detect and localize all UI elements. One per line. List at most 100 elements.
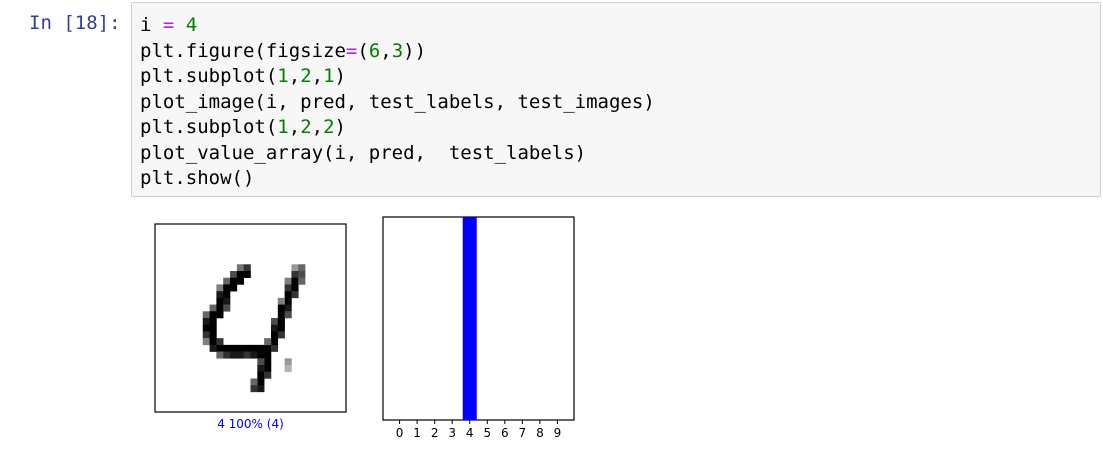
digit-pixel [284,358,292,366]
bar-series [462,217,477,420]
digit-pixel [223,284,231,292]
code-line: plot_image(i, pred, test_labels, test_im… [140,90,655,116]
digit-pixel [230,351,238,359]
digit-pixel [202,324,210,332]
digit-pixel [216,297,224,305]
code-token: plt.subplot( [140,116,278,138]
x-tick-label: 6 [501,426,509,440]
x-ticks: 0123456789 [396,420,561,440]
digit-pixel [216,291,224,299]
digit-pixel [277,318,285,326]
digit-pixel [270,344,279,352]
x-tick-label: 8 [536,426,544,440]
code-token: plot_image(i, pred, test_labels, test_im… [140,90,655,113]
digit-pixel [202,331,210,339]
digit-pixel [223,277,231,285]
digit-pixel [209,318,217,326]
digit-pixel [284,311,292,319]
digit-pixel [264,338,272,346]
digit-pixel [277,324,285,332]
code-token: plt.figure(figsize [140,39,346,62]
digit-pixel [257,351,265,359]
digit-pixel [202,338,210,346]
digit-pixel [216,338,224,346]
digit-pixel [257,344,265,352]
code-token: ) [334,116,346,138]
digit-pixel [223,291,231,299]
digit-pixel [209,338,217,346]
code-token: 1 [277,116,289,138]
code-token: 1 [323,65,335,87]
code-token: plot_value_array(i, pred, test_labels) [140,141,587,164]
digit-pixel [216,284,224,292]
digit-pixel [250,385,258,393]
digit-pixel [257,365,265,373]
x-tick-label: 1 [413,426,421,440]
digit-pixel [257,378,265,386]
digit-pixel [264,365,272,373]
digit-pixel [243,271,251,279]
code-line: plt.subplot(1,2,1) [140,64,655,90]
digit-pixel [270,318,279,326]
code-token: ( [357,39,369,62]
digit-pixel [291,284,299,292]
digit-image-subplot: 4 100% (4) [154,223,347,431]
digit-pixel [270,331,279,339]
digit-pixel [250,344,258,352]
digit-pixel [250,351,258,359]
digit-pixel [291,291,299,299]
digit-pixel [209,304,217,312]
digit-pixel [209,324,217,332]
digit-pixel [216,351,224,359]
code-line: plt.figure(figsize=(6,3)) [140,39,655,65]
code-token: 1 [277,65,289,87]
notebook-cell[interactable]: In [18]: i = 4 plt.figure(figsize=(6,3)) p… [0,0,1103,470]
digit-pixel [216,304,224,312]
digit-pixel [257,358,265,366]
code-token: , [311,65,324,87]
code-token: ) [334,65,346,87]
code-token: , [380,39,392,62]
bar-axes-frame [382,216,575,421]
digit-pixel [223,344,231,352]
code-token: 2 [323,116,335,138]
code-token: plt.subplot( [140,65,278,87]
digit-pixel [298,277,306,285]
code-line: plt.show() [140,166,655,192]
digit-pixel [264,371,272,379]
code-token: , [288,116,301,138]
digit-pixel [291,264,299,272]
code-line: i = 4 [140,13,655,39]
code-token: 6 [368,39,381,62]
digit-pixel [243,344,251,352]
digit-pixel [284,277,292,285]
code-editor[interactable]: i = 4 plt.figure(figsize=(6,3)) plt.subplo… [140,13,655,192]
code-token: , [311,116,324,138]
digit-pixel [236,344,244,352]
code-token: 4 [185,14,198,36]
digit-pixel [216,311,224,319]
digit-pixel [243,351,251,359]
x-tick-label: 4 [466,426,474,440]
digit-pixel [284,304,292,312]
code-token: = [162,14,175,36]
digit-pixel [236,277,244,285]
x-tick-label: 7 [519,426,527,440]
digit-pixel [284,297,292,305]
digit-pixel [270,338,279,346]
digit-pixel [284,284,292,292]
matplotlib-figure: 4 100% (4) 0123456789 [154,216,575,440]
digit-pixel [284,291,292,299]
digit-pixel [264,344,272,352]
code-input-area[interactable]: i = 4 plt.figure(figsize=(6,3)) plt.subplo… [131,2,1101,197]
digit-pixel [230,271,238,279]
code-line: plt.subplot(1,2,2) [140,115,655,141]
digit-pixel [216,344,224,352]
code-token: i [140,14,163,36]
code-token: = [345,39,358,62]
bar-4 [462,217,477,420]
digit-pixel [223,351,231,359]
digit-pixel [298,271,306,279]
digit-pixel [236,271,244,279]
digit-pixel [209,311,217,319]
